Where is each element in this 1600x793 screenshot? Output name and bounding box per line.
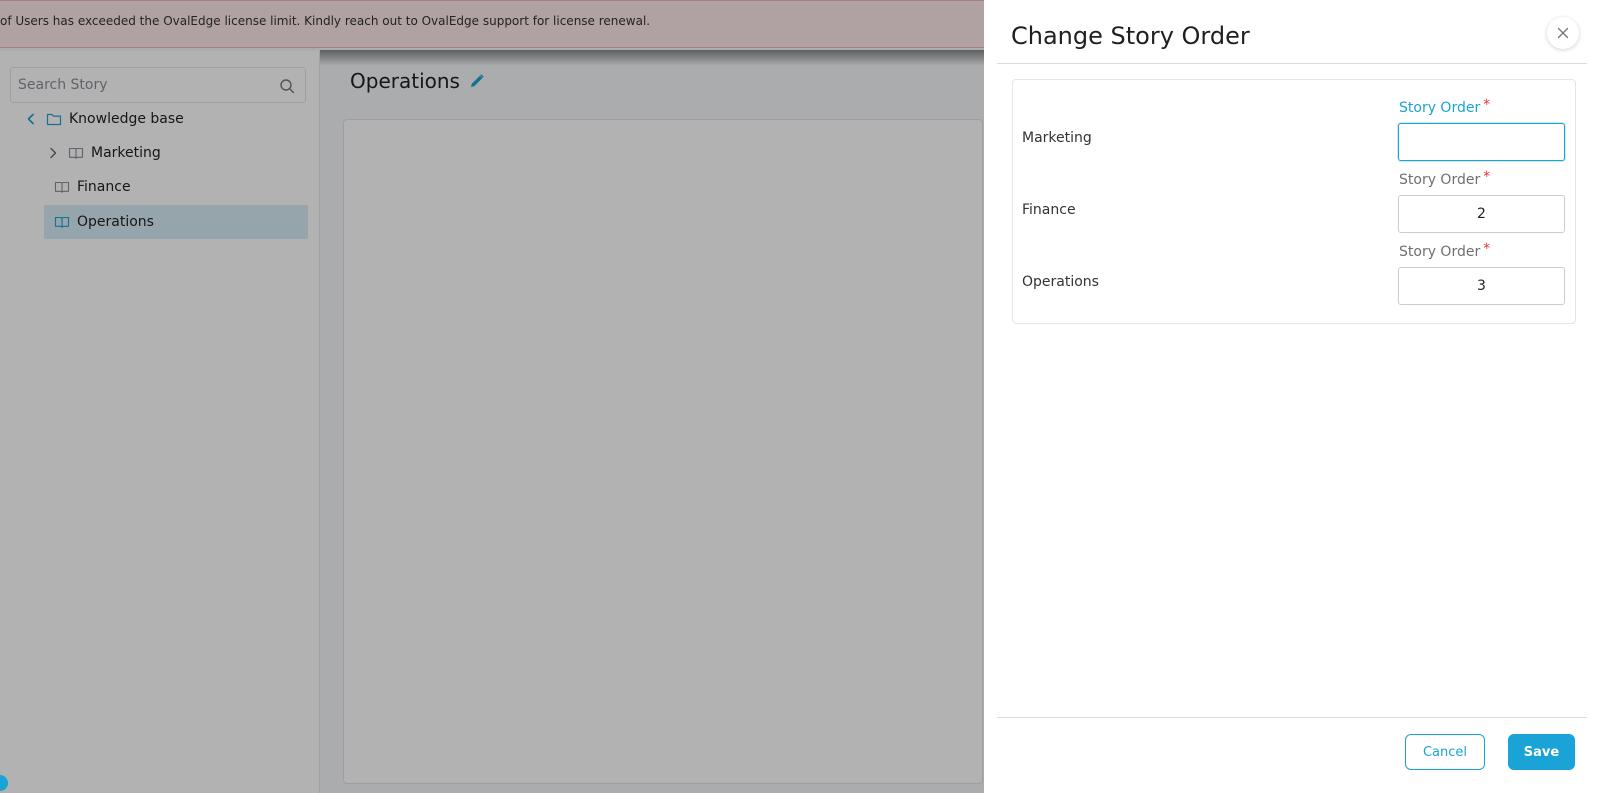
story-name-marketing: Marketing — [1022, 130, 1092, 146]
story-order-label: Story Order * — [1399, 169, 1491, 188]
backdrop-shadow — [320, 50, 984, 66]
cancel-button[interactable]: Cancel — [1405, 734, 1485, 770]
footer-divider — [997, 717, 1587, 718]
drawer-title: Change Story Order — [1011, 22, 1250, 50]
header-divider — [997, 63, 1587, 64]
required-asterisk: * — [1483, 241, 1491, 257]
change-story-order-drawer: Change Story Order Marketing Story Order… — [984, 0, 1600, 793]
close-icon[interactable] — [1557, 27, 1569, 39]
story-order-label: Story Order * — [1399, 241, 1491, 260]
story-order-input-finance[interactable] — [1398, 195, 1565, 233]
story-order-label: Story Order * — [1399, 97, 1491, 116]
story-name-finance: Finance — [1022, 202, 1076, 218]
required-asterisk: * — [1483, 97, 1491, 113]
modal-backdrop[interactable] — [0, 0, 984, 793]
story-order-input-marketing[interactable] — [1398, 123, 1565, 161]
required-asterisk: * — [1483, 169, 1491, 185]
story-order-input-operations[interactable] — [1398, 267, 1565, 305]
close-button[interactable] — [1547, 17, 1579, 49]
save-button[interactable]: Save — [1508, 734, 1575, 770]
story-name-operations: Operations — [1022, 274, 1099, 290]
